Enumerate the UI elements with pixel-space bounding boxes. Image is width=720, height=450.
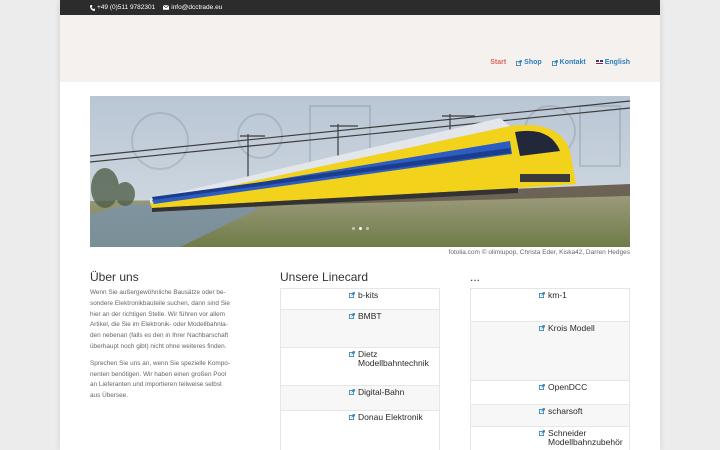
linecard-table: b-kits BMBT Dietz Modellbahntechnik Digit… xyxy=(280,288,440,450)
linecard-item-label: BMBT xyxy=(358,311,382,321)
linecard-item-label: Digital-Bahn xyxy=(358,387,405,397)
linecard-item-label: km-1 xyxy=(548,290,567,300)
slider-dots xyxy=(90,227,630,230)
envelope-icon xyxy=(163,5,170,10)
about-title: Über uns xyxy=(90,270,139,284)
nav-kontakt[interactable]: Kontakt xyxy=(551,59,586,66)
about-line: an Lieferanten und importieren teilweise… xyxy=(90,381,222,389)
linecard-item-scharsoft[interactable]: scharsoft xyxy=(471,405,629,427)
image-credit: fotolia.com © olimiupop, Christa Eder, K… xyxy=(448,249,630,256)
about-line: sondere Elektronikbauteile suchen, dann … xyxy=(90,299,230,307)
linecard-item-km-1[interactable]: km-1 xyxy=(471,289,629,322)
external-link-icon xyxy=(539,325,545,331)
linecard-table-2: km-1 Krois Modell OpenDCC scharsoft Schn… xyxy=(470,288,630,450)
linecard-item-b-kits[interactable]: b-kits xyxy=(281,289,439,310)
about-line: den nebenan (falls es den in Ihrer Nachb… xyxy=(90,332,229,340)
about-line: aus Übersee. xyxy=(90,392,129,400)
external-link-icon xyxy=(349,313,355,319)
linecard-item-label: Dietz Modellbahntechnik xyxy=(358,350,429,368)
about-line: hier an der richtigen Stelle. Wir führen… xyxy=(90,310,225,318)
train-image xyxy=(90,96,630,247)
nav-english[interactable]: English xyxy=(595,59,630,66)
linecard-item-bmbt[interactable]: BMBT xyxy=(281,310,439,348)
linecard-item-label: OpenDCC xyxy=(548,382,588,392)
slider-dot[interactable] xyxy=(351,227,355,230)
linecard-item-schneider[interactable]: Schneider Modellbahnzubehör xyxy=(471,427,629,450)
linecard-item-label-line: Modellbahnzubehör xyxy=(548,437,623,447)
about-line: überhaupt noch gibt) nicht ohne weiteres… xyxy=(90,342,227,350)
nav-start[interactable]: Start xyxy=(490,59,506,66)
external-link-icon xyxy=(349,414,355,420)
uk-flag-icon xyxy=(595,60,603,65)
nav-kontakt-label: Kontakt xyxy=(559,59,586,66)
linecard-item-label: Donau Elektronik xyxy=(358,412,423,422)
external-link-icon xyxy=(551,59,558,66)
about-line: Artikel, die Sie im Elektronik- oder Mod… xyxy=(90,321,228,329)
linecard-item-donau[interactable]: Donau Elektronik xyxy=(281,411,439,450)
external-link-icon xyxy=(539,292,545,298)
about-line: Sprechen Sie uns an, wenn Sie spezielle … xyxy=(90,359,230,367)
external-link-icon xyxy=(349,389,355,395)
header: Start Shop Kontakt English xyxy=(60,15,660,82)
external-link-icon xyxy=(349,292,355,298)
linecard-section: Unsere Linecard b-kits BMBT Dietz Modellb… xyxy=(280,270,440,450)
linecard-item-label: Schneider Modellbahnzubehör xyxy=(548,429,623,447)
external-link-icon xyxy=(539,384,545,390)
about-section: Über uns Wenn Sie außergewöhnliche Bausä… xyxy=(90,270,255,408)
linecard-item-krois[interactable]: Krois Modell xyxy=(471,322,629,381)
linecard-item-dietz[interactable]: Dietz Modellbahntechnik xyxy=(281,348,439,386)
slider-dot[interactable] xyxy=(365,227,369,230)
external-link-icon xyxy=(516,59,523,66)
linecard-item-digital-bahn[interactable]: Digital-Bahn xyxy=(281,386,439,411)
phone-icon xyxy=(90,4,95,11)
about-paragraph: Sprechen Sie uns an, wenn Sie spezielle … xyxy=(90,359,255,402)
linecard-item-label: scharsoft xyxy=(548,406,583,416)
about-line: Wenn Sie außergewöhnliche Bausätze oder … xyxy=(90,289,226,296)
linecard-item-label-line: Modellbahntechnik xyxy=(358,358,429,368)
linecard-item-opendcc[interactable]: OpenDCC xyxy=(471,381,629,405)
email-address: info@dcctrade.eu xyxy=(171,4,223,11)
top-bar: +49 (0)511 9782301 info@dcctrade.eu xyxy=(60,0,660,15)
nav-shop[interactable]: Shop xyxy=(516,59,542,66)
external-link-icon xyxy=(539,408,545,414)
main-nav: Start Shop Kontakt English xyxy=(490,59,630,66)
phone-contact[interactable]: +49 (0)511 9782301 xyxy=(90,4,155,11)
linecard-item-label: b-kits xyxy=(358,290,379,300)
external-link-icon xyxy=(539,430,545,436)
linecard-item-label: Krois Modell xyxy=(548,323,595,333)
about-paragraph: Wenn Sie außergewöhnliche Bausätze oder … xyxy=(90,288,255,353)
linecard-title-2: ... xyxy=(470,270,481,284)
external-link-icon xyxy=(349,351,355,357)
linecard-section-2: ... km-1 Krois Modell OpenDCC scharsoft … xyxy=(470,270,630,450)
linecard-title: Unsere Linecard xyxy=(280,270,369,284)
nav-shop-label: Shop xyxy=(524,59,542,66)
about-line: nenten benötigen. Wir haben einen großen… xyxy=(90,370,227,378)
page: +49 (0)511 9782301 info@dcctrade.eu Star… xyxy=(60,0,660,450)
phone-number: +49 (0)511 9782301 xyxy=(97,4,156,11)
slider-dot[interactable] xyxy=(358,227,362,230)
hero-slider[interactable] xyxy=(90,96,630,247)
nav-start-label: Start xyxy=(490,59,507,66)
nav-english-label: English xyxy=(604,59,630,66)
email-contact[interactable]: info@dcctrade.eu xyxy=(163,4,222,11)
